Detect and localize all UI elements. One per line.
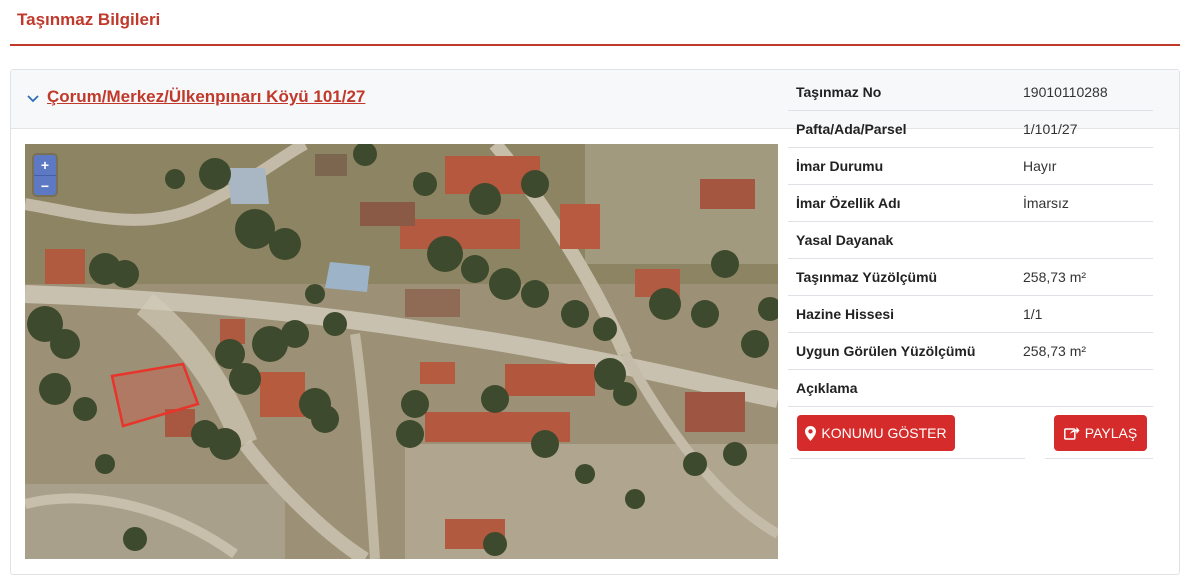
row-value: 19010110288 (1023, 84, 1108, 100)
page-title: Taşınmaz Bilgileri (17, 10, 161, 29)
row-label: Taşınmaz No (796, 84, 882, 100)
zoom-control: + − (34, 155, 56, 195)
table-row: Taşınmaz No 19010110288 (788, 74, 1153, 111)
row-label: Pafta/Ada/Parsel (796, 121, 907, 137)
table-row: Uygun Görülen Yüzölçümü 258,73 m² (788, 333, 1153, 370)
row-value: 1/101/27 (1023, 121, 1078, 137)
table-row: Açıklama (788, 370, 1153, 407)
table-row: Pafta/Ada/Parsel 1/101/27 (788, 111, 1153, 148)
satellite-imagery (25, 144, 778, 559)
show-location-label: KONUMU GÖSTER (821, 425, 947, 441)
table-row: Hazine Hissesi 1/1 (788, 296, 1153, 333)
row-value: 258,73 m² (1023, 343, 1087, 359)
row-label: Taşınmaz Yüzölçümü (796, 269, 938, 285)
table-row: Taşınmaz Yüzölçümü 258,73 m² (788, 259, 1153, 296)
share-label: PAYLAŞ (1084, 425, 1138, 441)
table-row: İmar Özellik Adı İmarsız (788, 185, 1153, 222)
table-row: İmar Durumu Hayır (788, 148, 1153, 185)
chevron-down-icon[interactable] (26, 91, 40, 105)
row-value: İmarsız (1023, 195, 1069, 211)
row-value: 1/1 (1023, 306, 1043, 322)
map-marker-icon (805, 425, 817, 441)
row-label: Yasal Dayanak (796, 232, 894, 248)
zoom-out-button[interactable]: − (34, 175, 56, 195)
details-table: Taşınmaz No 19010110288 Pafta/Ada/Parsel… (788, 74, 1153, 407)
page-header: Taşınmaz Bilgileri (10, 0, 1180, 46)
share-icon (1063, 427, 1080, 440)
row-value: Hayır (1023, 158, 1057, 174)
zoom-in-button[interactable]: + (34, 155, 56, 175)
share-button[interactable]: PAYLAŞ (1054, 415, 1147, 451)
row-label: İmar Durumu (796, 158, 884, 174)
row-label: Uygun Görülen Yüzölçümü (796, 343, 976, 359)
row-label: Hazine Hissesi (796, 306, 895, 322)
satellite-map[interactable]: + − (25, 144, 778, 559)
show-location-button[interactable]: KONUMU GÖSTER (797, 415, 955, 451)
divider (1045, 458, 1153, 459)
row-label: İmar Özellik Adı (796, 195, 901, 211)
property-title-link[interactable]: Çorum/Merkez/Ülkenpınarı Köyü 101/27 (47, 87, 365, 107)
row-label: Açıklama (796, 380, 858, 396)
row-value: 258,73 m² (1023, 269, 1087, 285)
table-row: Yasal Dayanak (788, 222, 1153, 259)
divider (790, 458, 1025, 459)
